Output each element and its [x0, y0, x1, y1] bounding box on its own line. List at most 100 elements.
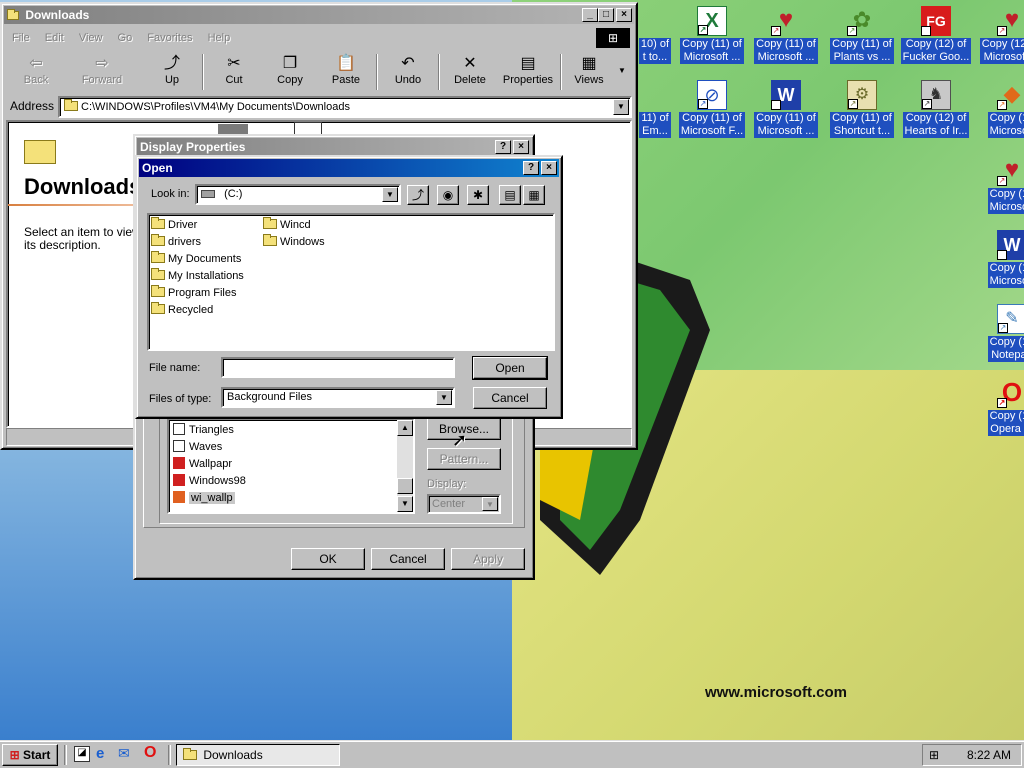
wallpaper-item[interactable]: Wallpapr	[173, 456, 232, 473]
folder-icon	[151, 268, 165, 280]
desktop-icon[interactable]: ♥↗ Copy (12) of Microsoft ...	[976, 6, 1024, 67]
clock[interactable]: 8:22 AM	[967, 748, 1011, 762]
folder-item[interactable]: drivers	[151, 234, 201, 251]
delete-button[interactable]: ✕ Delete	[442, 54, 498, 92]
undo-button[interactable]: ↶ Undo	[380, 54, 436, 92]
wallpaper-item[interactable]: Triangles	[173, 422, 234, 439]
chevron-down-icon[interactable]: ▼	[436, 390, 452, 405]
close-button[interactable]: ×	[513, 140, 529, 154]
file-name-input[interactable]	[221, 357, 455, 378]
up-one-level-button[interactable]: ⤴	[407, 185, 429, 205]
new-folder-button[interactable]: ✱	[467, 185, 489, 205]
outlook-express-icon[interactable]: ✉	[118, 745, 130, 762]
folder-item[interactable]: Wincd	[263, 217, 311, 234]
properties-button[interactable]: ▤ Properties	[498, 54, 558, 92]
chevron-down-icon[interactable]: ▼	[613, 99, 629, 115]
desktop-icon[interactable]: X ↗ Copy (11) of Microsoft ...	[676, 6, 748, 67]
desktop-icon[interactable]: W↗ Copy (12 Microsoft	[976, 230, 1024, 291]
folder-item[interactable]: My Documents	[151, 251, 241, 268]
scroll-thumb[interactable]	[397, 478, 413, 494]
wallpaper-item-selected[interactable]: wi_wallp	[173, 490, 235, 507]
menu-view[interactable]: View	[79, 32, 103, 44]
desktop-icon[interactable]: ♞ ↗ Copy (12) of Hearts of Ir...	[900, 80, 972, 141]
open-dialog-titlebar[interactable]: Open ? ×	[139, 159, 559, 177]
folder-item[interactable]: Driver	[151, 217, 197, 234]
address-bar: Address C:\WINDOWS\Profiles\VM4\My Docum…	[6, 96, 632, 118]
desktop-icon: ◉	[442, 188, 454, 202]
copy-button[interactable]: ❐ Copy	[262, 54, 318, 92]
opera-icon: O ↗	[997, 377, 1023, 408]
chevron-down-icon[interactable]: ▼	[382, 187, 398, 202]
menu-go[interactable]: Go	[118, 32, 133, 44]
look-in-select[interactable]: (C:) ▼	[195, 184, 401, 205]
paste-button[interactable]: 📋 Paste	[318, 54, 374, 92]
help-button[interactable]: ?	[495, 140, 511, 154]
scroll-up-button[interactable]: ▲	[397, 420, 413, 436]
desktop-icon[interactable]: ✿ ↗ Copy (11) of Plants vs ...	[826, 6, 898, 67]
folder-icon	[151, 234, 165, 246]
paste-icon: 📋	[336, 55, 356, 72]
network-icon[interactable]: ⊞	[929, 748, 939, 762]
folder-item[interactable]: Recycled	[151, 302, 213, 319]
folder-heading: Downloads	[24, 174, 142, 199]
details-view-button[interactable]: ▦	[523, 185, 545, 205]
menu-help[interactable]: Help	[208, 32, 231, 44]
cut-button[interactable]: ✂ Cut	[206, 54, 262, 92]
desktop-icon[interactable]: ⚙ ↗ Copy (11) of Shortcut t...	[826, 80, 898, 141]
start-button[interactable]: ⊞ Start	[2, 744, 58, 766]
back-button[interactable]: ⇦ Back	[8, 54, 64, 92]
display-properties-titlebar[interactable]: Display Properties ? ×	[137, 138, 531, 156]
desktop-icon[interactable]: ⊘ ↗ Copy (11) of Microsoft F...	[676, 80, 748, 141]
folder-item[interactable]: My Installations	[151, 268, 244, 285]
desktop-icon[interactable]: ✎↗ Copy (12 Notepad	[976, 304, 1024, 365]
menu-favorites[interactable]: Favorites	[147, 32, 192, 44]
close-button[interactable]: ×	[616, 8, 632, 22]
file-type-select[interactable]: Background Files ▼	[221, 387, 455, 408]
minimize-button[interactable]: _	[582, 8, 598, 22]
desktop-icon[interactable]: ♥↗ Copy (12 Microsoft	[976, 156, 1024, 217]
scrollbar[interactable]: ▲ ▼	[397, 420, 413, 512]
downloads-task-button[interactable]: Downloads	[176, 744, 340, 766]
address-input[interactable]: C:\WINDOWS\Profiles\VM4\My Documents\Dow…	[58, 96, 632, 118]
views-button[interactable]: ▦ Views	[564, 54, 614, 92]
cancel-button[interactable]: Cancel	[371, 548, 445, 570]
internet-explorer-icon[interactable]: e	[96, 745, 104, 762]
close-button[interactable]: ×	[541, 161, 557, 175]
ok-button[interactable]: OK	[291, 548, 365, 570]
explorer-titlebar[interactable]: Downloads _ □ ×	[4, 6, 634, 24]
scroll-down-button[interactable]: ▼	[397, 496, 413, 512]
cancel-button[interactable]: Cancel	[473, 387, 547, 409]
toolbar-separator	[376, 54, 378, 90]
desktop-icon[interactable]: ◆↗ Copy (12 Microsoft	[976, 80, 1024, 141]
open-button[interactable]: Open	[472, 356, 548, 380]
show-desktop-icon[interactable]: ◪	[74, 746, 90, 762]
folder-icon	[151, 217, 165, 229]
folder-icon	[151, 302, 165, 314]
address-label: Address	[10, 99, 55, 113]
menu-edit[interactable]: Edit	[45, 32, 64, 44]
open-dialog[interactable]: Open ? × Look in: (C:) ▼ ⤴ ◉ ✱ ▤ ▦ Drive…	[135, 155, 563, 419]
wallpaper-item[interactable]: Windows98	[173, 473, 246, 490]
folder-item[interactable]: Program Files	[151, 285, 236, 302]
wallpaper-file-icon	[173, 474, 185, 486]
quick-launch-separator	[64, 745, 67, 765]
file-list[interactable]: Driver drivers My Documents My Installat…	[147, 213, 555, 351]
list-view-button[interactable]: ▤	[499, 185, 521, 205]
folder-item[interactable]: Windows	[263, 234, 325, 251]
system-tray: ⊞ 8:22 AM	[922, 744, 1022, 766]
desktop-icon[interactable]: FG ↗ Copy (12) of Fucker Goo...	[900, 6, 972, 67]
quick-launch-separator	[168, 745, 171, 765]
wallpaper-list[interactable]: Triangles Waves Wallpapr Windows98 wi_wa…	[167, 418, 415, 514]
up-button[interactable]: ⤴ Up	[144, 54, 200, 92]
wallpaper-item[interactable]: Waves	[173, 439, 222, 456]
desktop-icon[interactable]: O↗ Copy (12 Opera (6	[976, 378, 1024, 439]
views-dropdown-icon[interactable]: ▼	[618, 66, 626, 75]
opera-icon[interactable]: O	[144, 744, 156, 762]
menu-file[interactable]: File	[12, 32, 30, 44]
desktop-icon[interactable]: W ↗ Copy (11) of Microsoft ...	[750, 80, 822, 141]
forward-button[interactable]: ⇨ Forward	[74, 54, 130, 92]
desktop-icon[interactable]: ♥ ↗ Copy (11) of Microsoft ...	[750, 6, 822, 67]
help-button[interactable]: ?	[523, 161, 539, 175]
maximize-button[interactable]: □	[598, 8, 614, 22]
desktop-button[interactable]: ◉	[437, 185, 459, 205]
